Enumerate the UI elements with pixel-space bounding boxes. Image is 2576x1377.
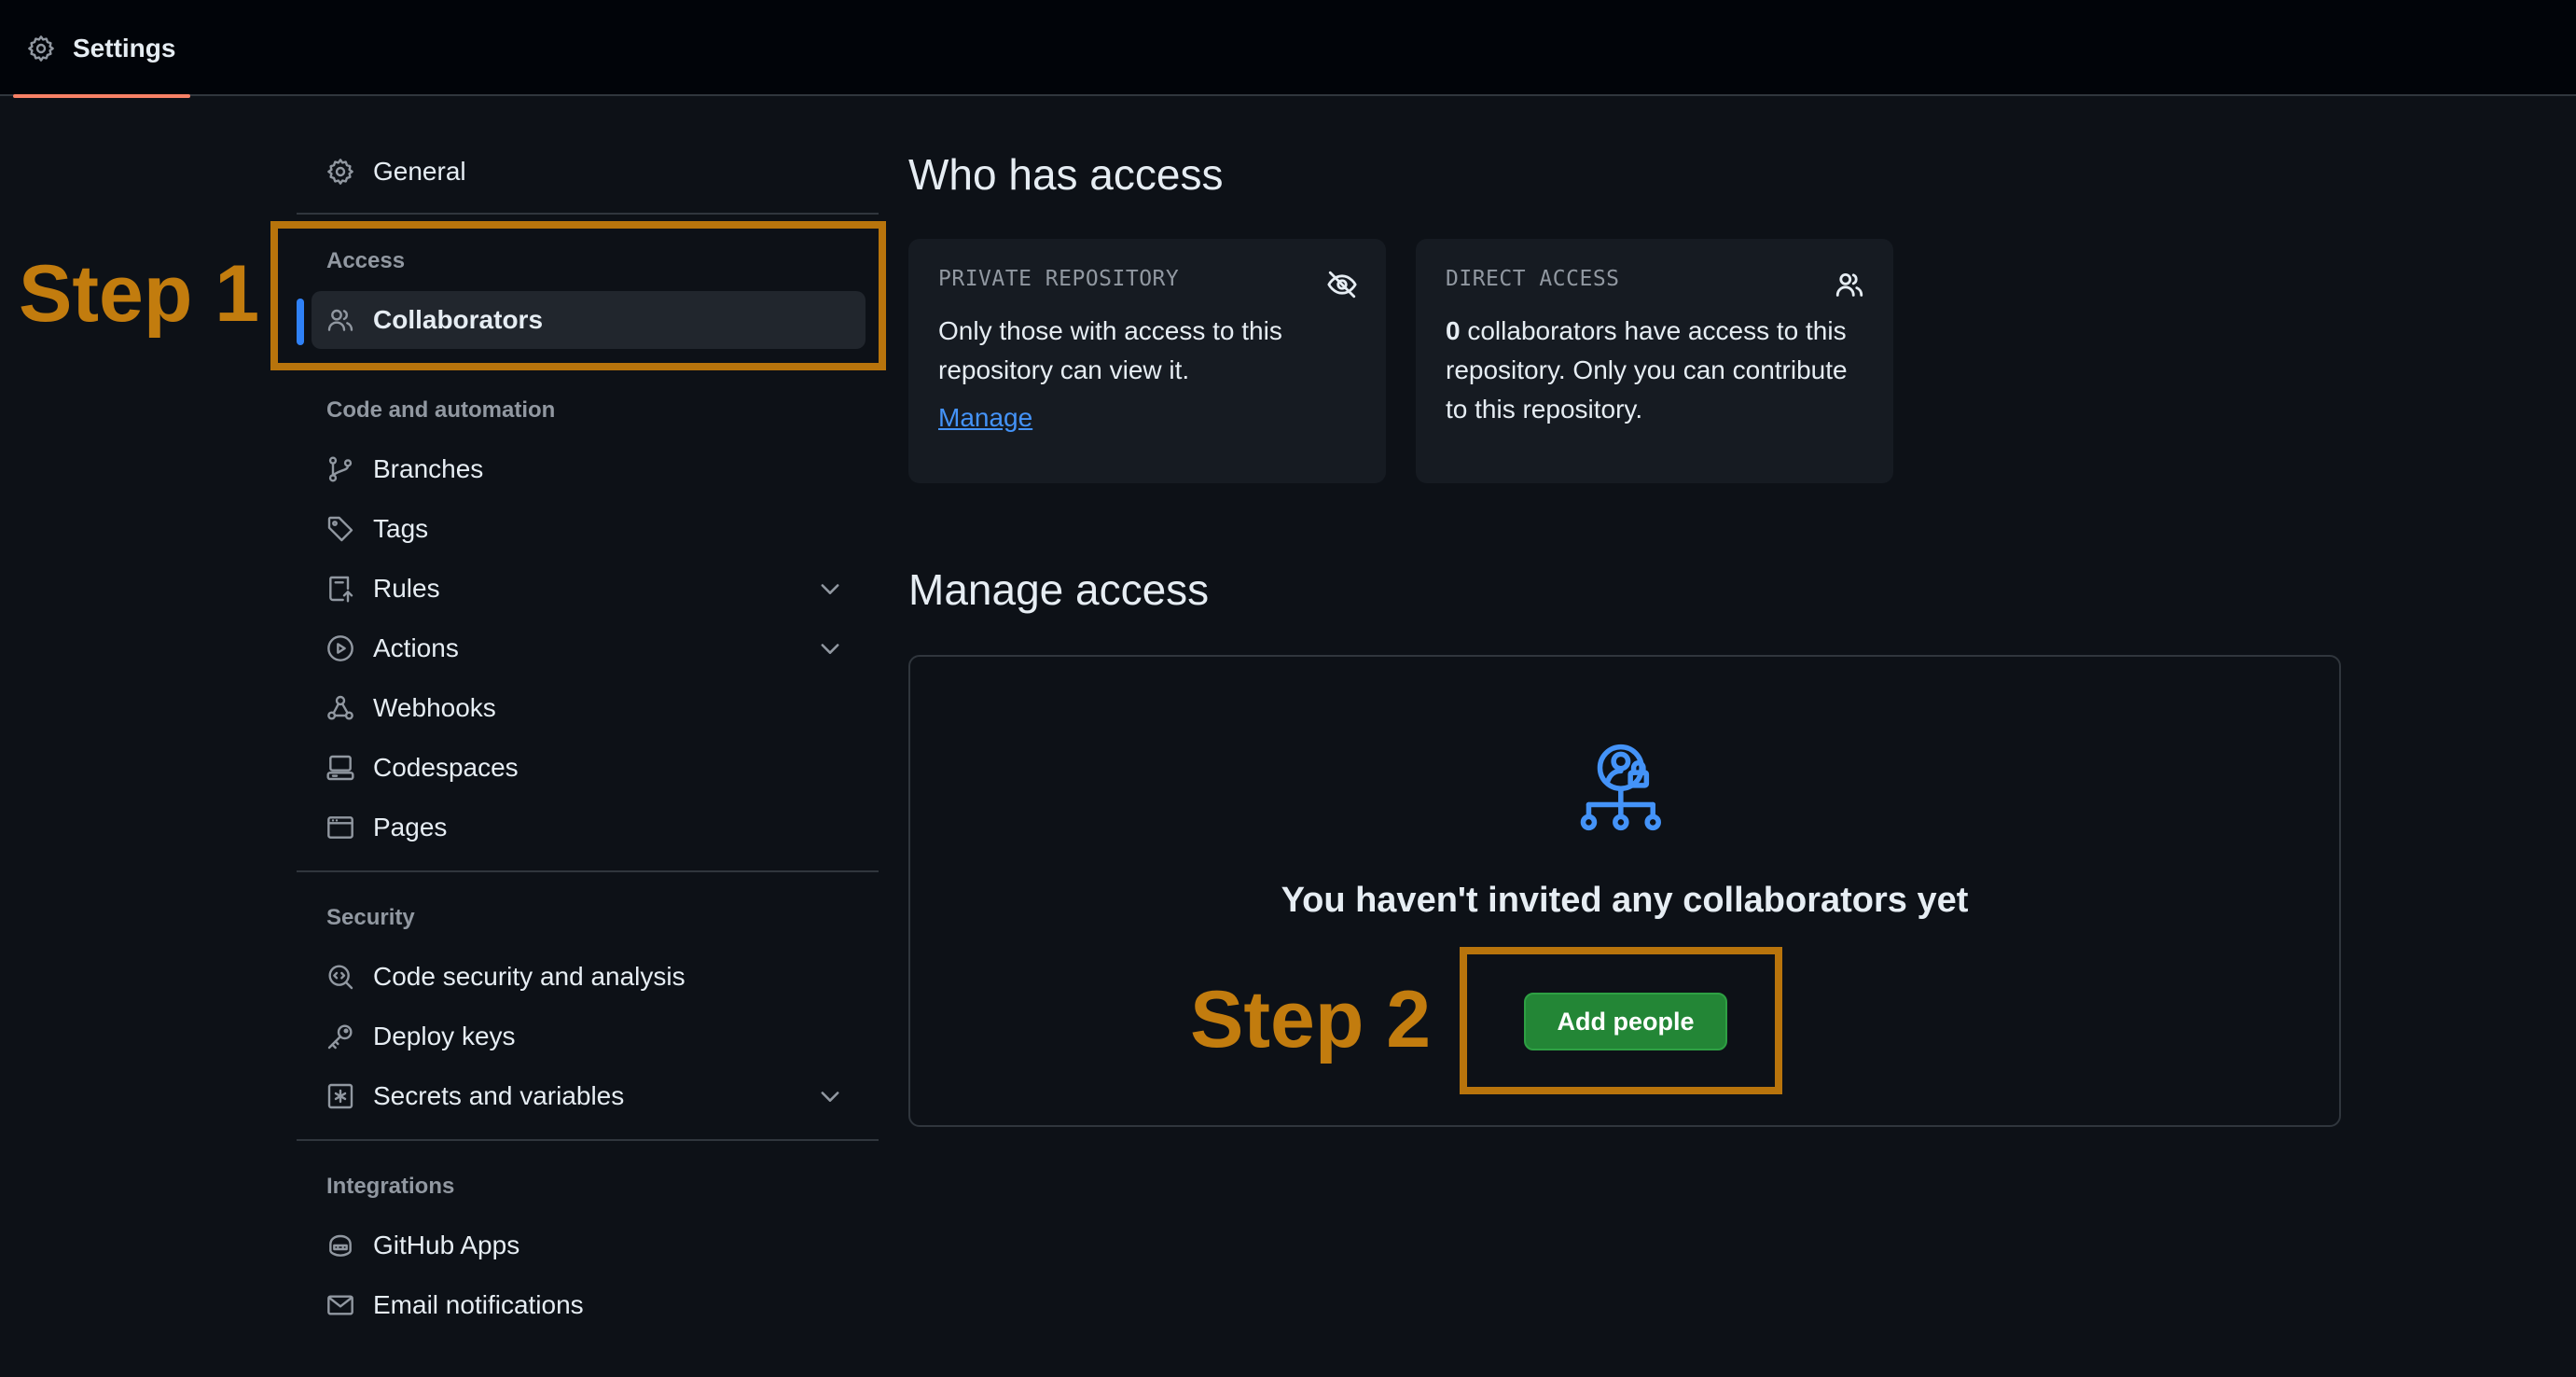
sidebar-divider	[297, 870, 879, 872]
sidebar-item-secrets[interactable]: Secrets and variables	[297, 1067, 879, 1125]
chevron-down-icon[interactable]	[817, 635, 843, 661]
step2-label: Step 2	[1190, 975, 1432, 1064]
collaborator-count: 0	[1446, 316, 1461, 345]
person-lock-org-icon	[1574, 739, 1677, 842]
key-icon	[325, 1021, 356, 1052]
eye-closed-icon	[1326, 269, 1358, 300]
private-repository-card: PRIVATE REPOSITORY Only those with acces…	[908, 239, 1386, 483]
sidebar-item-tags[interactable]: Tags	[297, 500, 879, 558]
codespaces-icon	[325, 752, 356, 784]
sidebar-item-pages[interactable]: Pages	[297, 799, 879, 856]
webhook-icon	[325, 692, 356, 724]
section-label-security: Security	[326, 905, 415, 930]
card-description: 0 collaborators have access to this repo…	[1446, 312, 1863, 429]
sidebar-item-deploy-keys[interactable]: Deploy keys	[297, 1008, 879, 1065]
sidebar-divider	[297, 1139, 879, 1141]
codescan-icon	[325, 961, 356, 993]
who-has-access-heading: Who has access	[908, 150, 1224, 199]
sidebar-item-label: Codespaces	[373, 753, 519, 782]
sidebar-item-label: Deploy keys	[373, 1022, 516, 1050]
card-heading: PRIVATE REPOSITORY	[938, 267, 1180, 291]
mail-icon	[325, 1289, 356, 1321]
copilot-icon	[325, 1230, 356, 1261]
repo-push-icon	[325, 573, 356, 605]
tag-icon	[325, 513, 356, 545]
sidebar-item-code-security[interactable]: Code security and analysis	[297, 948, 879, 1006]
sidebar-divider	[297, 213, 879, 215]
sidebar-item-label: Secrets and variables	[373, 1081, 625, 1110]
sidebar-item-label: Branches	[373, 454, 484, 483]
browser-icon	[325, 812, 356, 843]
sidebar-item-label: Webhooks	[373, 693, 496, 722]
manage-access-heading: Manage access	[908, 565, 1210, 614]
sidebar-item-label: GitHub Apps	[373, 1231, 520, 1259]
step1-label: Step 1	[19, 249, 260, 339]
card-heading: DIRECT ACCESS	[1446, 267, 1620, 291]
step1-highlight-box	[270, 221, 886, 370]
gear-icon	[26, 34, 56, 63]
chevron-down-icon[interactable]	[817, 576, 843, 602]
section-label-code-automation: Code and automation	[326, 397, 556, 423]
sidebar-item-github-apps[interactable]: GitHub Apps	[297, 1217, 879, 1274]
sidebar-item-label: Email notifications	[373, 1290, 584, 1319]
gear-icon	[325, 156, 356, 188]
top-bar: Settings	[0, 0, 2576, 98]
sidebar-item-label: Rules	[373, 574, 440, 603]
sidebar-item-label: Actions	[373, 633, 459, 662]
sidebar-item-rules[interactable]: Rules	[297, 560, 879, 618]
sidebar-item-email-notifications[interactable]: Email notifications	[297, 1276, 879, 1334]
tab-settings[interactable]: Settings	[13, 0, 190, 98]
sidebar-item-actions[interactable]: Actions	[297, 619, 879, 677]
tab-active-underline	[13, 94, 190, 98]
card-description: Only those with access to this repositor…	[938, 316, 1282, 384]
sidebar-item-webhooks[interactable]: Webhooks	[297, 679, 879, 737]
sidebar-item-label: Tags	[373, 514, 429, 543]
asterisk-box-icon	[325, 1080, 356, 1112]
step2-highlight-box	[1460, 947, 1782, 1094]
people-icon	[1834, 269, 1865, 300]
sidebar-item-general[interactable]: General	[297, 143, 879, 201]
play-circle-icon	[325, 633, 356, 664]
collaborator-text: collaborators have access to this reposi…	[1446, 316, 1848, 424]
sidebar-item-label: Code security and analysis	[373, 962, 686, 991]
direct-access-card: DIRECT ACCESS 0 collaborators have acces…	[1416, 239, 1893, 483]
chevron-down-icon[interactable]	[817, 1083, 843, 1109]
sidebar-item-branches[interactable]: Branches	[297, 440, 879, 498]
git-branch-icon	[325, 453, 356, 485]
sidebar-item-codespaces[interactable]: Codespaces	[297, 739, 879, 797]
sidebar-item-label: Pages	[373, 813, 448, 842]
manage-link[interactable]: Manage	[938, 403, 1032, 433]
tab-settings-label: Settings	[73, 33, 176, 63]
sidebar-item-label: General	[373, 157, 466, 186]
empty-state-title: You haven't invited any collaborators ye…	[1281, 881, 1969, 920]
section-label-integrations: Integrations	[326, 1174, 455, 1199]
